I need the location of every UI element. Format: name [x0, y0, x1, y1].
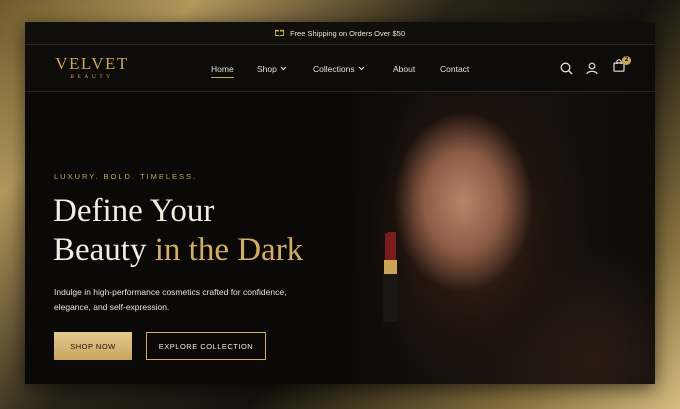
- chevron-down-icon: [280, 66, 287, 73]
- user-icon[interactable]: [583, 59, 601, 77]
- shop-now-button[interactable]: SHOP NOW: [54, 332, 132, 360]
- search-icon[interactable]: [557, 59, 575, 77]
- chevron-down-icon: [358, 66, 365, 73]
- main-navigation: VELVET BEAUTY Home Shop Collections Abou…: [25, 45, 655, 92]
- headline-line-1: Define Your: [53, 193, 215, 229]
- website-frame: Free Shipping on Orders Over $50 VELVET …: [25, 22, 655, 384]
- nav-item-label: Collections: [313, 64, 355, 74]
- nav-item-shop[interactable]: Shop: [257, 63, 287, 75]
- brand-name: VELVET: [55, 54, 129, 73]
- explore-collection-button[interactable]: EXPLORE COLLECTION: [146, 332, 266, 360]
- announcement-text: Free Shipping on Orders Over $50: [289, 28, 406, 38]
- nav-item-collections[interactable]: Collections: [313, 63, 365, 75]
- nav-item-about[interactable]: About: [393, 63, 415, 75]
- lipstick-illustration: [383, 232, 398, 322]
- hero-section: LUXURY. BOLD. TIMELESS. Define Your Beau…: [25, 92, 655, 384]
- nav-item-label: Shop: [257, 64, 277, 74]
- headline-white-word: Beauty: [53, 232, 147, 268]
- shopping-bag-button[interactable]: 2: [610, 56, 631, 77]
- nav-item-label: About: [393, 64, 416, 74]
- gift-icon: [274, 28, 284, 38]
- nav-item-contact[interactable]: Contact: [440, 63, 469, 75]
- brand-subtitle: BEAUTY: [70, 74, 114, 80]
- cart-count-badge: 2: [622, 56, 631, 65]
- announcement-bar: Free Shipping on Orders Over $50: [25, 22, 655, 45]
- brand-logo[interactable]: VELVET BEAUTY: [54, 55, 130, 81]
- hero-headline: Define Your Beauty in the Dark: [53, 192, 383, 270]
- nav-item-label: Contact: [440, 64, 470, 74]
- hero-description: Indulge in high-performance cosmetics cr…: [54, 287, 287, 312]
- headline-line-2: Beauty in the Dark: [53, 231, 383, 270]
- nav-item-label: Home: [211, 64, 234, 74]
- nav-item-home[interactable]: Home: [211, 63, 234, 78]
- headline-gold-text: in the Dark: [154, 232, 304, 268]
- hero-tagline: LUXURY. BOLD. TIMELESS.: [54, 172, 198, 181]
